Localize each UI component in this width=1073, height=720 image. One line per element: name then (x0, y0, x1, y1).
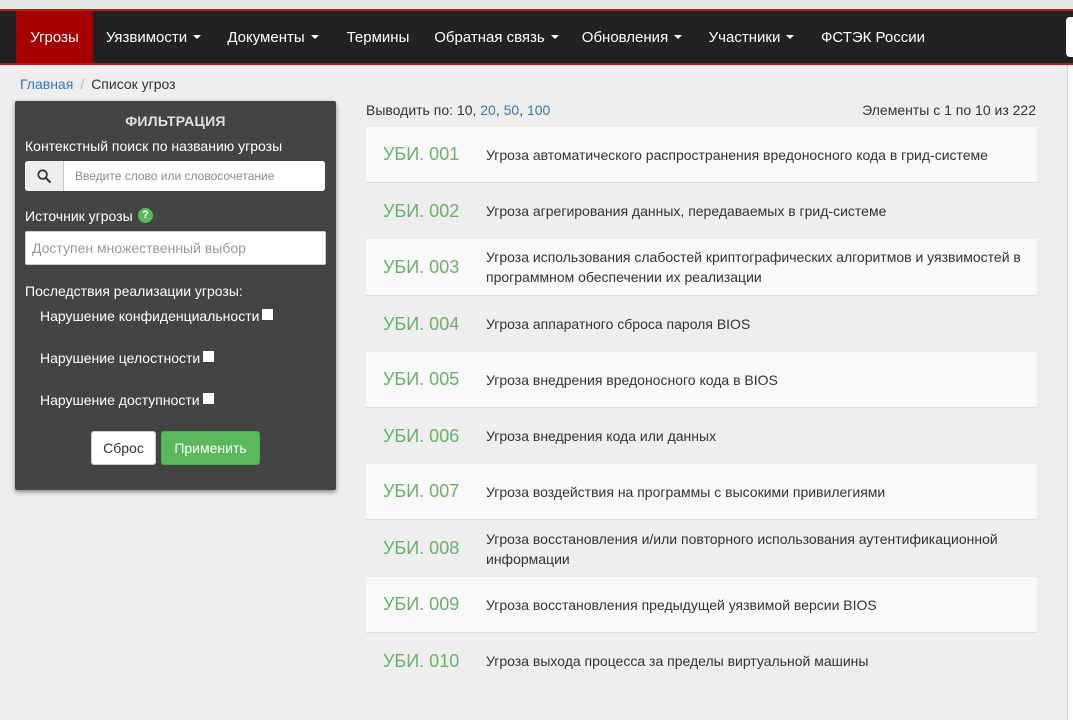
nav-participants-label: Участники (708, 28, 781, 46)
nav-fstec-label: ФСТЭК России (820, 28, 926, 46)
threat-name[interactable]: Угроза выхода процесса за пределы виртуа… (486, 651, 1031, 671)
caret-down-icon (674, 35, 683, 39)
nav-updates-label: Обновления (581, 28, 669, 46)
checkbox-confidentiality-label: Нарушение конфиденциальности (40, 308, 260, 324)
threat-name[interactable]: Угроза восстановления предыдущей уязвимо… (486, 595, 1031, 615)
threat-code[interactable]: УБИ. 007 (383, 481, 459, 502)
threat-name[interactable]: Угроза внедрения кода или данных (486, 426, 1031, 446)
caret-down-icon (550, 35, 559, 39)
range-info: Элементы с 1 по 10 из 222 (862, 102, 1036, 118)
nav-terms-label: Термины (346, 28, 410, 46)
nav-updates[interactable]: Обновления (569, 11, 695, 63)
breadcrumb: Главная / Список угроз (20, 75, 176, 93)
nav-feedback[interactable]: Обратная связь (424, 11, 569, 63)
threat-item[interactable]: УБИ. 003 Угроза использования слабостей … (366, 239, 1037, 296)
nav-right-control[interactable] (1066, 17, 1073, 57)
help-icon[interactable]: ? (138, 208, 153, 223)
breadcrumb-separator: / (80, 76, 85, 92)
filter-panel: ФИЛЬТРАЦИЯ Контекстный поиск по названию… (15, 101, 336, 490)
page-size-option-100[interactable]: 100 (527, 102, 550, 118)
search-group (25, 161, 325, 191)
checkbox-integrity[interactable] (203, 350, 215, 362)
nav-threats[interactable]: Угрозы (16, 11, 93, 63)
page-right-edge (1067, 65, 1073, 720)
apply-button[interactable]: Применить (161, 431, 260, 465)
threat-item[interactable]: УБИ. 002 Угроза агрегирования данных, пе… (366, 183, 1037, 239)
checkbox-availability[interactable] (202, 392, 214, 404)
threat-code[interactable]: УБИ. 006 (383, 426, 459, 447)
checkbox-integrity-row: Нарушение целостности (40, 350, 215, 366)
nav-terms[interactable]: Термины (332, 11, 424, 63)
page-size-option-50[interactable]: 50 (504, 102, 520, 118)
page-size-current: 10 (456, 102, 473, 118)
threat-name[interactable]: Угроза воздействия на программы с высоки… (486, 482, 1031, 502)
threat-code[interactable]: УБИ. 008 (383, 538, 459, 559)
breadcrumb-home-link[interactable]: Главная (20, 76, 73, 92)
page-size-comma: , (519, 102, 527, 118)
caret-down-icon (193, 35, 202, 39)
threat-item[interactable]: УБИ. 008 Угроза восстановления и/или пов… (366, 520, 1037, 577)
nav-vulnerabilities-label: Уязвимости (105, 28, 188, 46)
threat-code[interactable]: УБИ. 001 (383, 144, 459, 165)
checkbox-confidentiality-row: Нарушение конфиденциальности (40, 308, 274, 324)
nav-vulnerabilities[interactable]: Уязвимости (93, 11, 214, 63)
nav-documents-label: Документы (227, 28, 305, 46)
caret-down-icon (310, 35, 319, 39)
top-navbar: Угрозы Уязвимости Документы Термины Обра… (0, 9, 1073, 65)
top-strip (0, 0, 1073, 9)
nav-documents[interactable]: Документы (214, 11, 332, 63)
page-size-selector: Выводить по: 10, 20, 50, 100 (366, 102, 550, 118)
page-size-label: Выводить по: (366, 102, 454, 118)
threat-item[interactable]: УБИ. 001 Угроза автоматического распрост… (366, 127, 1037, 183)
threat-code[interactable]: УБИ. 009 (383, 594, 459, 615)
threat-code[interactable]: УБИ. 004 (383, 314, 459, 335)
threat-code[interactable]: УБИ. 010 (383, 651, 459, 672)
threat-code[interactable]: УБИ. 002 (383, 201, 459, 222)
threat-name[interactable]: Угроза внедрения вредоносного кода в BIO… (486, 370, 1031, 390)
threat-code[interactable]: УБИ. 003 (383, 257, 459, 278)
nav-threats-label: Угрозы (30, 28, 79, 46)
threat-item[interactable]: УБИ. 006 Угроза внедрения кода или данны… (366, 408, 1037, 464)
threat-item[interactable]: УБИ. 009 Угроза восстановления предыдуще… (366, 577, 1037, 633)
source-label: Источник угрозы (25, 208, 133, 224)
consequences-label: Последствия реализации угрозы: (25, 283, 243, 299)
threat-item[interactable]: УБИ. 007 Угроза воздействия на программы… (366, 464, 1037, 520)
search-label: Контекстный поиск по названию угрозы (25, 138, 283, 154)
threat-name[interactable]: Угроза использования слабостей криптогра… (486, 247, 1031, 287)
threat-name[interactable]: Угроза автоматического распространения в… (486, 145, 1031, 165)
checkbox-confidentiality[interactable] (262, 308, 274, 320)
checkbox-availability-label: Нарушение доступности (40, 392, 200, 408)
breadcrumb-current: Список угроз (91, 76, 176, 92)
threat-name[interactable]: Угроза восстановления и/или повторного и… (486, 529, 1031, 569)
nav-participants[interactable]: Участники (695, 11, 808, 63)
threat-name[interactable]: Угроза аппаратного сброса пароля BIOS (486, 314, 1031, 334)
source-multiselect[interactable] (25, 231, 326, 265)
threat-item[interactable]: УБИ. 004 Угроза аппаратного сброса парол… (366, 296, 1037, 352)
search-input[interactable] (64, 161, 325, 191)
reset-button[interactable]: Сброс (91, 431, 156, 465)
checkbox-integrity-label: Нарушение целостности (40, 350, 201, 366)
threat-code[interactable]: УБИ. 005 (383, 369, 459, 390)
page-size-comma: , (495, 102, 504, 118)
threat-name[interactable]: Угроза агрегирования данных, передаваемы… (486, 201, 1031, 221)
page-size-option-20[interactable]: 20 (480, 102, 496, 118)
nav-fstec[interactable]: ФСТЭК России (808, 11, 938, 63)
checkbox-availability-row: Нарушение доступности (40, 392, 214, 408)
threat-item[interactable]: УБИ. 010 Угроза выхода процесса за преде… (366, 633, 1037, 689)
threat-item[interactable]: УБИ. 005 Угроза внедрения вредоносного к… (366, 352, 1037, 408)
nav-feedback-label: Обратная связь (434, 28, 545, 46)
caret-down-icon (786, 35, 795, 39)
search-icon[interactable] (25, 161, 64, 191)
filter-title: ФИЛЬТРАЦИЯ (125, 113, 226, 129)
